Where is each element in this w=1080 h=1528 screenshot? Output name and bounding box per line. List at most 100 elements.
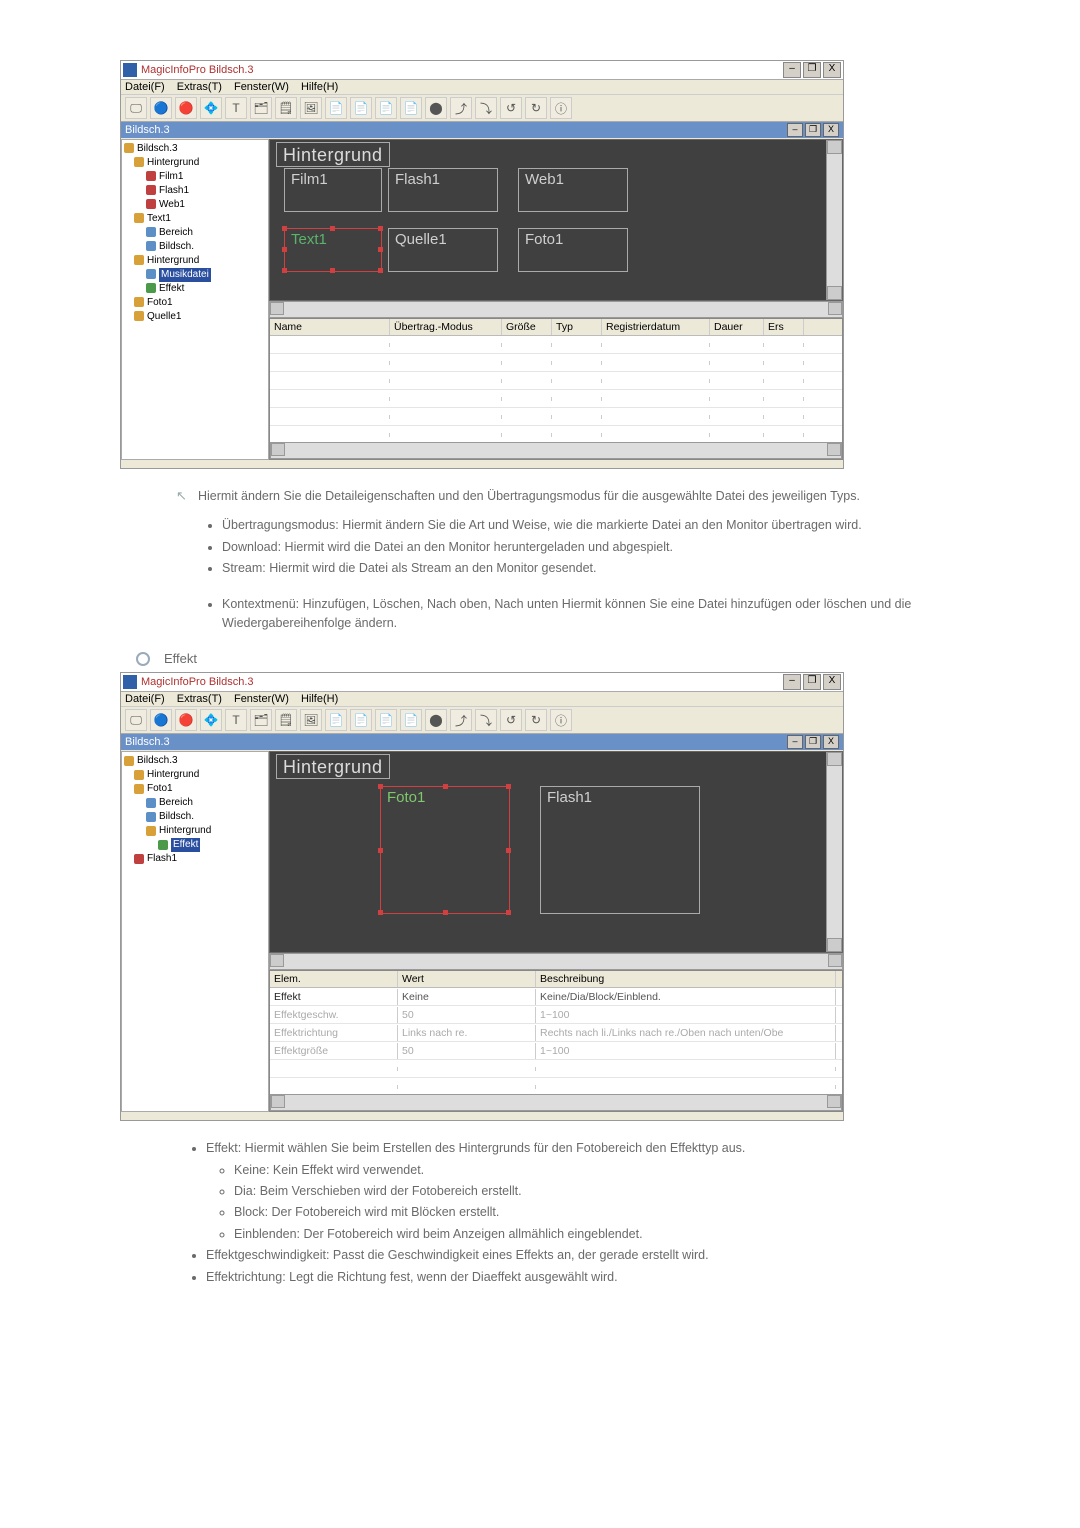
tree-item[interactable]: Foto1 [124, 296, 266, 310]
close-button[interactable]: X [823, 62, 841, 78]
toolbar-btn-13[interactable]: ⤴ [450, 97, 472, 119]
toolbar-btn-0[interactable]: 🖵 [125, 97, 147, 119]
toolbar-btn-4[interactable]: T [225, 709, 247, 731]
tree-item[interactable]: Hintergrund [124, 156, 266, 170]
tree-item[interactable]: Film1 [124, 170, 266, 184]
doc-min-button[interactable]: – [787, 735, 803, 749]
toolbar-btn-15[interactable]: ↺ [500, 97, 522, 119]
menu-help[interactable]: Hilfe(H) [301, 693, 338, 705]
property-row[interactable]: Effektgröße501~100 [270, 1042, 842, 1060]
doc-close-button[interactable]: X [823, 123, 839, 137]
region-film1[interactable]: Film1 [284, 168, 382, 212]
toolbar-btn-7[interactable]: 🖼 [300, 709, 322, 731]
property-row[interactable]: Effektgeschw.501~100 [270, 1006, 842, 1024]
tree-item[interactable]: Bildsch.3 [124, 754, 266, 768]
menu-bar[interactable]: Datei(F) Extras(T) Fenster(W) Hilfe(H) [121, 80, 843, 95]
properties-grid[interactable]: Elem. Wert Beschreibung EffektKeineKeine… [269, 970, 843, 1112]
menu-bar[interactable]: Datei(F) Extras(T) Fenster(W) Hilfe(H) [121, 692, 843, 707]
tree-item[interactable]: Bereich [124, 796, 266, 810]
file-grid[interactable]: Name Übertrag.-Modus Größe Typ Registrie… [269, 318, 843, 460]
region-hintergrund[interactable]: Hintergrund [276, 754, 390, 779]
toolbar-btn-5[interactable]: 🗂 [250, 97, 272, 119]
canvas-scrollbar-v[interactable] [826, 752, 842, 952]
menu-window[interactable]: Fenster(W) [234, 81, 289, 93]
tree-item[interactable]: Hintergrund [124, 824, 266, 838]
toolbar-btn-13[interactable]: ⤴ [450, 709, 472, 731]
toolbar-btn-3[interactable]: 💠 [200, 709, 222, 731]
restore-button[interactable]: ❐ [803, 62, 821, 78]
toolbar-btn-6[interactable]: 🗒 [275, 709, 297, 731]
tree-item[interactable]: Flash1 [124, 184, 266, 198]
title-bar[interactable]: MagicInfoPro Bildsch.3 – ❐ X [121, 673, 843, 692]
toolbar-btn-16[interactable]: ↻ [525, 709, 547, 731]
region-text1[interactable]: Text1 [284, 228, 382, 272]
menu-file[interactable]: Datei(F) [125, 81, 165, 93]
toolbar-btn-6[interactable]: 🗒 [275, 97, 297, 119]
tree-pane[interactable]: Bildsch.3HintergrundFoto1BereichBildsch.… [121, 751, 269, 1112]
tree-item[interactable]: Foto1 [124, 782, 266, 796]
toolbar-btn-9[interactable]: 📄 [350, 709, 372, 731]
document-title-bar[interactable]: Bildsch.3 – ❐ X [121, 734, 843, 750]
doc-min-button[interactable]: – [787, 123, 803, 137]
properties-grid-scrollbar-h[interactable] [270, 1094, 842, 1111]
doc-close-button[interactable]: X [823, 735, 839, 749]
region-flash1[interactable]: Flash1 [388, 168, 498, 212]
file-grid-body[interactable] [270, 336, 842, 442]
toolbar-btn-0[interactable]: 🖵 [125, 709, 147, 731]
tree-item[interactable]: Flash1 [124, 852, 266, 866]
layout-canvas[interactable]: Hintergrund Film1 Flash1 Web1 Text1 Quel… [269, 139, 843, 301]
toolbar-btn-10[interactable]: 📄 [375, 97, 397, 119]
region-quelle1[interactable]: Quelle1 [388, 228, 498, 272]
menu-window[interactable]: Fenster(W) [234, 693, 289, 705]
region-hintergrund[interactable]: Hintergrund [276, 142, 390, 167]
restore-button[interactable]: ❐ [803, 674, 821, 690]
minimize-button[interactable]: – [783, 674, 801, 690]
tree-item[interactable]: Bildsch. [124, 810, 266, 824]
tree-item[interactable]: Hintergrund [124, 254, 266, 268]
close-button[interactable]: X [823, 674, 841, 690]
toolbar-btn-11[interactable]: 📄 [400, 97, 422, 119]
doc-restore-button[interactable]: ❐ [805, 735, 821, 749]
tree-item[interactable]: Musikdatei [124, 268, 266, 282]
toolbar-btn-8[interactable]: 📄 [325, 709, 347, 731]
menu-extras[interactable]: Extras(T) [177, 693, 222, 705]
toolbar-btn-7[interactable]: 🖼 [300, 97, 322, 119]
toolbar-btn-1[interactable]: 🔵 [150, 709, 172, 731]
canvas-scrollbar-v[interactable] [826, 140, 842, 300]
property-row[interactable]: EffektrichtungLinks nach re.Rechts nach … [270, 1024, 842, 1042]
title-bar[interactable]: MagicInfoPro Bildsch.3 – ❐ X [121, 61, 843, 80]
toolbar-btn-17[interactable]: ⓘ [550, 97, 572, 119]
toolbar-btn-14[interactable]: ⤵ [475, 709, 497, 731]
document-title-bar[interactable]: Bildsch.3 – ❐ X [121, 122, 843, 138]
toolbar-btn-9[interactable]: 📄 [350, 97, 372, 119]
canvas-scrollbar-h[interactable] [269, 953, 843, 970]
toolbar-btn-12[interactable]: ⬤ [425, 709, 447, 731]
doc-restore-button[interactable]: ❐ [805, 123, 821, 137]
toolbar-btn-2[interactable]: 🔴 [175, 97, 197, 119]
toolbar-btn-3[interactable]: 💠 [200, 97, 222, 119]
toolbar-btn-4[interactable]: T [225, 97, 247, 119]
file-grid-scrollbar-h[interactable] [270, 442, 842, 459]
properties-grid-body[interactable]: EffektKeineKeine/Dia/Block/Einblend.Effe… [270, 988, 842, 1094]
canvas-scrollbar-h[interactable] [269, 301, 843, 318]
toolbar-btn-14[interactable]: ⤵ [475, 97, 497, 119]
tree-item[interactable]: Effekt [124, 838, 266, 852]
toolbar-btn-8[interactable]: 📄 [325, 97, 347, 119]
tree-item[interactable]: Quelle1 [124, 310, 266, 324]
tree-item[interactable]: Bildsch.3 [124, 142, 266, 156]
toolbar-btn-5[interactable]: 🗂 [250, 709, 272, 731]
toolbar-btn-2[interactable]: 🔴 [175, 709, 197, 731]
region-flash1[interactable]: Flash1 [540, 786, 700, 914]
region-foto1[interactable]: Foto1 [380, 786, 510, 914]
toolbar-btn-15[interactable]: ↺ [500, 709, 522, 731]
tree-item[interactable]: Effekt [124, 282, 266, 296]
toolbar-btn-16[interactable]: ↻ [525, 97, 547, 119]
tree-item[interactable]: Hintergrund [124, 768, 266, 782]
tree-item[interactable]: Bildsch. [124, 240, 266, 254]
toolbar-btn-17[interactable]: ⓘ [550, 709, 572, 731]
menu-extras[interactable]: Extras(T) [177, 81, 222, 93]
toolbar-btn-11[interactable]: 📄 [400, 709, 422, 731]
minimize-button[interactable]: – [783, 62, 801, 78]
menu-help[interactable]: Hilfe(H) [301, 81, 338, 93]
toolbar-btn-12[interactable]: ⬤ [425, 97, 447, 119]
